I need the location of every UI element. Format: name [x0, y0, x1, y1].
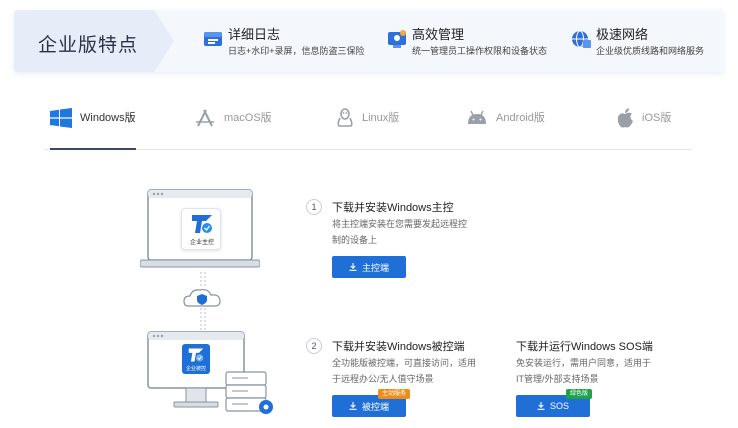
tab-macos[interactable]: macOS版 [194, 108, 272, 150]
tab-linux[interactable]: Linux版 [336, 108, 399, 150]
download-controller-button[interactable]: 主控端 [332, 256, 406, 278]
button-label: 被控端 [361, 401, 389, 412]
monitor-illustration [147, 331, 273, 414]
tab-label: iOS版 [642, 112, 672, 124]
active-service-badge: 主动服务 [378, 389, 411, 399]
button-label: 主控端 [361, 262, 389, 273]
green-version-badge: 绿色版 [566, 389, 593, 399]
app-logo-icon [192, 215, 212, 233]
step-number: 1 [306, 199, 322, 215]
tab-android[interactable]: Android版 [466, 108, 545, 150]
tab-label: macOS版 [224, 112, 272, 124]
download-icon [349, 263, 357, 271]
step2-desc: 全功能版被控端，可直接访问，适用于远程办公/无人值守场景 [332, 358, 477, 384]
feature-title: 高效管理 [412, 27, 465, 42]
feature-title: 详细日志 [228, 27, 281, 42]
tab-windows[interactable]: Windows版 [50, 108, 136, 150]
sos-desc: 免安装运行，需用户同意，适用于IT管理/外部支持场景 [516, 358, 652, 384]
button-label: SOS [549, 401, 569, 411]
tab-label: Android版 [496, 112, 545, 124]
log-icon [204, 32, 222, 46]
download-icon [349, 402, 357, 410]
platform-tabs: Windows版 macOS版 Linux版 Android版 iOS版 [44, 108, 692, 150]
controller-app-tile: 企业主控 [181, 208, 221, 250]
controller-label: 企业主控 [189, 240, 214, 246]
windows-icon [50, 108, 72, 128]
tab-label: Windows版 [80, 112, 136, 124]
management-icon [388, 30, 406, 48]
step-number: 2 [306, 338, 322, 354]
tab-ios[interactable]: iOS版 [616, 108, 671, 150]
android-icon [468, 110, 486, 124]
step1-desc: 将主控端安装在您需要发起远程控制的设备上 [332, 219, 468, 245]
download-icon [537, 402, 545, 410]
app-logo-icon [188, 348, 204, 362]
controlled-label: 企业被控 [185, 366, 206, 372]
feature-desc: 日志+水印+录屏，信息防盗三保险 [228, 46, 365, 56]
step1-title: 下载并安装Windows主控 [332, 202, 454, 214]
apple-icon [617, 108, 633, 128]
network-icon [572, 30, 591, 48]
tab-label: Linux版 [362, 112, 400, 124]
sos-title: 下载并运行Windows SOS端 [516, 341, 653, 353]
controlled-app-tile: 企业被控 [182, 344, 210, 374]
feature-title: 极速网络 [596, 27, 649, 42]
linux-icon [337, 108, 353, 127]
features-banner: 企业版特点 详细日志 日志+水印+录屏，信息防盗三保险 高效管理 统一管理员工操… [14, 10, 724, 72]
step2-title: 下载并安装Windows被控端 [332, 341, 465, 353]
banner-title: 企业版特点 [38, 35, 139, 56]
feature-desc: 统一管理员工操作权限和设备状态 [412, 46, 548, 56]
macos-icon [196, 109, 214, 127]
feature-desc: 企业级优质线路和网络服务 [596, 46, 705, 56]
